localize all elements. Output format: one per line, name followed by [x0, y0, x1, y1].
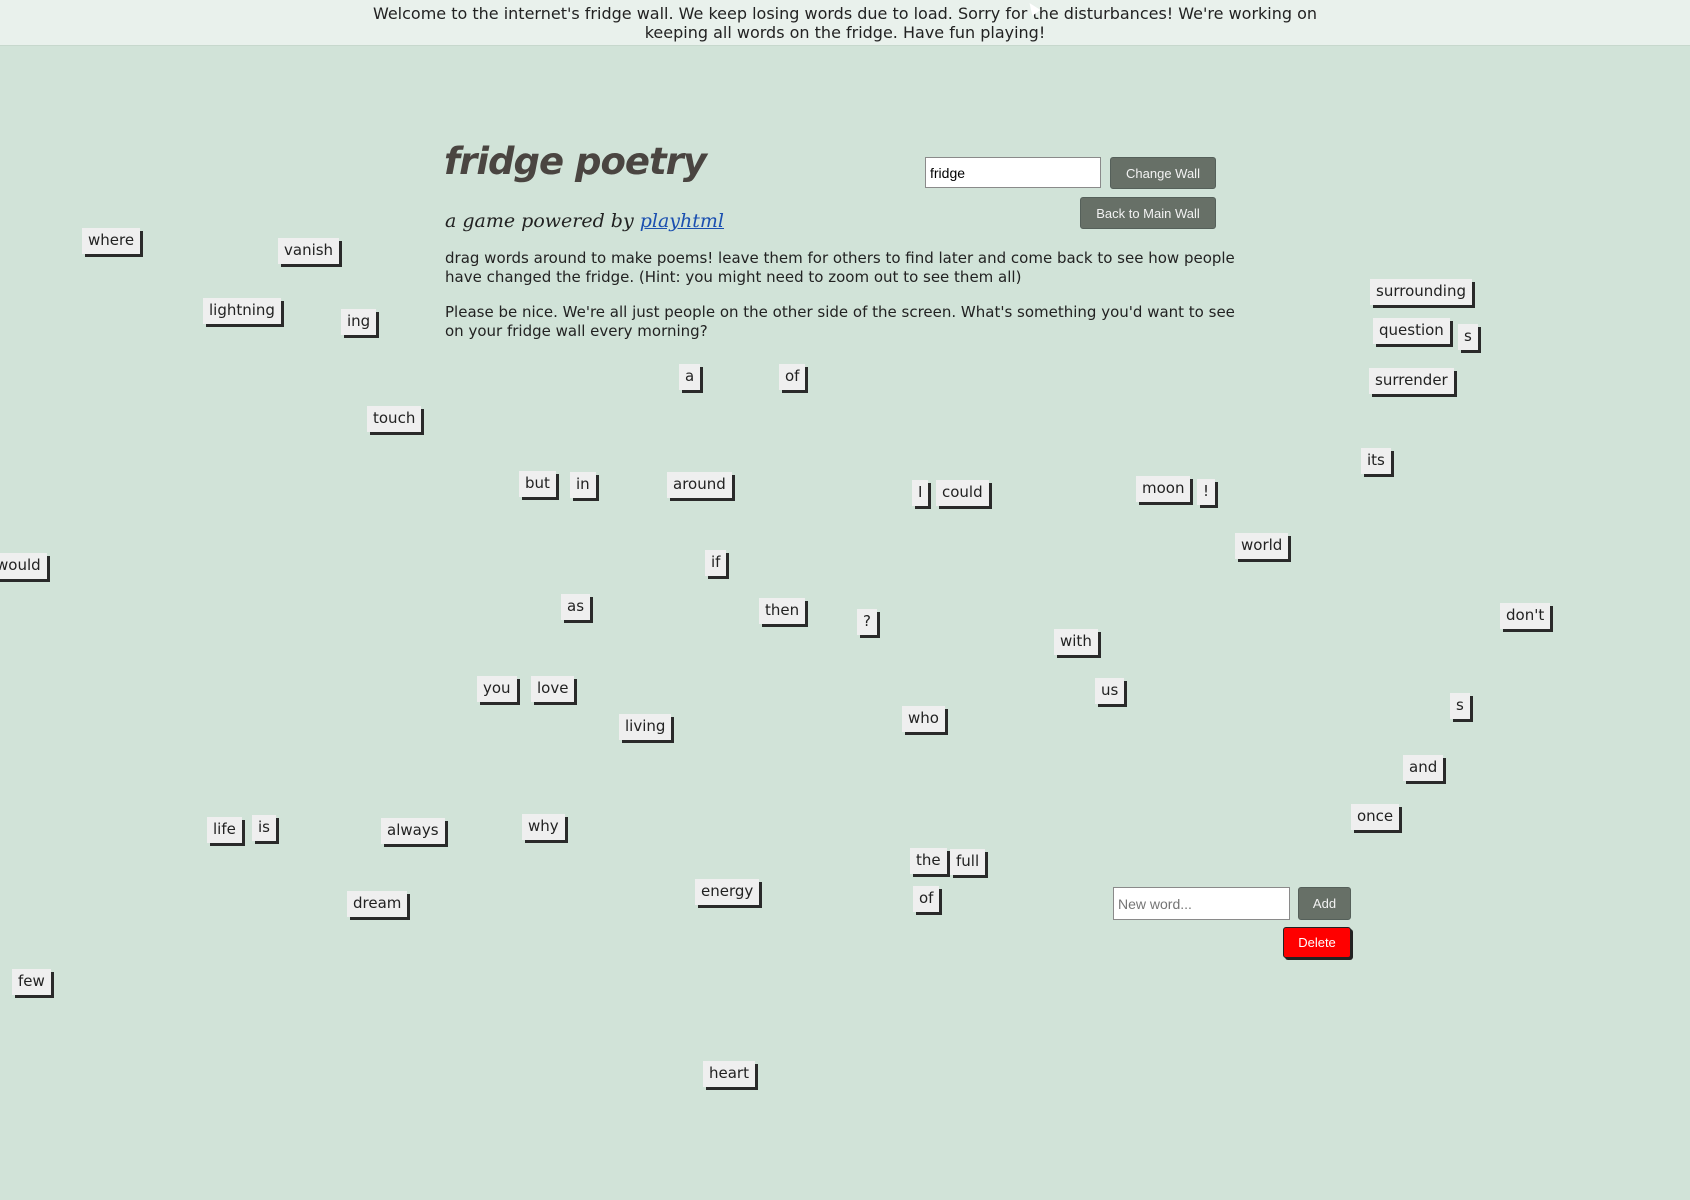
be-nice-text: Please be nice. We're all just people on…: [445, 303, 1235, 340]
word-magnet[interactable]: once: [1351, 804, 1400, 830]
word-magnet[interactable]: dream: [347, 891, 408, 917]
delete-word-button[interactable]: Delete: [1283, 927, 1351, 958]
word-magnet[interactable]: of: [779, 364, 806, 390]
word-magnet[interactable]: s: [1458, 324, 1478, 350]
word-magnet[interactable]: surrender: [1369, 368, 1454, 394]
word-magnet[interactable]: a: [679, 364, 701, 390]
word-magnet[interactable]: love: [531, 676, 575, 702]
word-magnet[interactable]: and: [1403, 755, 1444, 781]
word-magnet[interactable]: if: [705, 550, 727, 576]
word-magnet[interactable]: of: [913, 886, 940, 912]
add-word-button[interactable]: Add: [1298, 887, 1351, 920]
word-magnet[interactable]: could: [936, 480, 989, 506]
wall-name-input[interactable]: [925, 157, 1101, 188]
playhtml-link[interactable]: playhtml: [640, 210, 724, 232]
banner-text: Welcome to the internet's fridge wall. W…: [372, 4, 1318, 42]
word-magnet[interactable]: full: [950, 849, 986, 875]
word-magnet[interactable]: always: [381, 818, 445, 844]
word-magnet[interactable]: why: [522, 814, 565, 840]
word-magnet[interactable]: touch: [367, 406, 422, 432]
word-magnet[interactable]: as: [561, 594, 591, 620]
page-title: fridge poetry: [444, 140, 707, 183]
word-magnet[interactable]: life: [207, 817, 242, 843]
word-magnet[interactable]: who: [902, 706, 945, 732]
word-magnet[interactable]: where: [82, 228, 141, 254]
word-magnet[interactable]: surrounding: [1370, 279, 1472, 305]
word-magnet[interactable]: energy: [695, 879, 760, 905]
announcement-banner: Welcome to the internet's fridge wall. W…: [0, 0, 1690, 46]
word-magnet[interactable]: don't: [1500, 603, 1551, 629]
word-magnet[interactable]: I: [912, 480, 929, 506]
word-magnet[interactable]: in: [570, 472, 596, 498]
word-magnet[interactable]: heart: [703, 1061, 755, 1087]
word-magnet[interactable]: around: [667, 472, 732, 498]
word-magnet[interactable]: !: [1197, 479, 1216, 505]
word-magnet[interactable]: with: [1054, 629, 1098, 655]
word-magnet[interactable]: question: [1373, 318, 1450, 344]
word-magnet[interactable]: vanish: [278, 238, 340, 264]
word-magnet[interactable]: ing: [341, 309, 377, 335]
word-magnet[interactable]: world: [1235, 533, 1289, 559]
word-magnet[interactable]: but: [519, 471, 556, 497]
subtitle: a game powered by playhtml: [445, 210, 724, 232]
change-wall-button[interactable]: Change Wall: [1110, 157, 1216, 189]
word-magnet[interactable]: lightning: [203, 298, 281, 324]
word-magnet[interactable]: us: [1095, 678, 1125, 704]
word-magnet[interactable]: would: [0, 553, 47, 579]
new-word-input[interactable]: [1113, 887, 1290, 920]
word-magnet[interactable]: the: [910, 848, 947, 874]
word-magnet[interactable]: living: [619, 714, 672, 740]
word-magnet[interactable]: ?: [857, 609, 877, 635]
word-magnet[interactable]: its: [1361, 448, 1391, 474]
word-magnet[interactable]: then: [759, 598, 806, 624]
back-to-main-wall-button[interactable]: Back to Main Wall: [1080, 197, 1216, 229]
instructions-text: drag words around to make poems! leave t…: [445, 249, 1235, 286]
word-magnet[interactable]: few: [12, 969, 51, 995]
word-magnet[interactable]: s: [1450, 693, 1470, 719]
subtitle-prefix: a game powered by: [445, 210, 640, 232]
word-magnet[interactable]: you: [477, 676, 517, 702]
word-magnet[interactable]: moon: [1136, 476, 1191, 502]
word-magnet[interactable]: is: [252, 815, 276, 841]
